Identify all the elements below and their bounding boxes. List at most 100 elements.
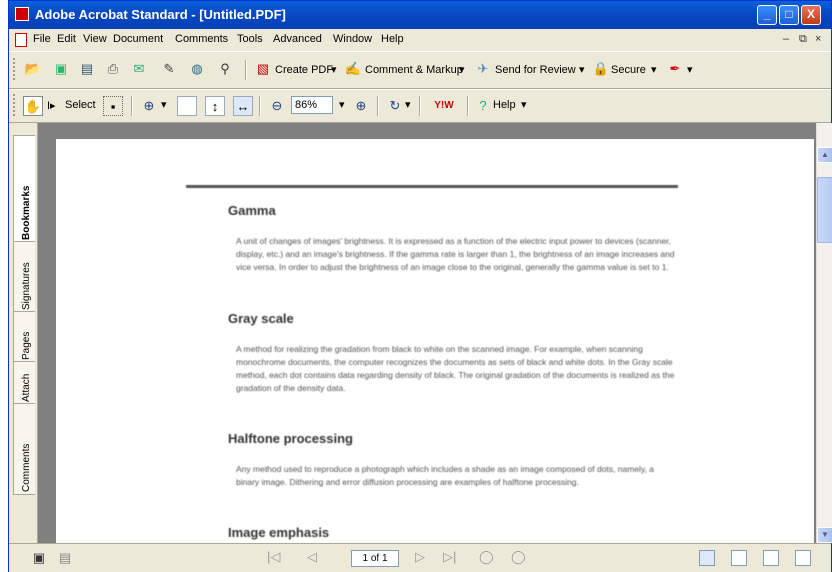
page-number-field[interactable]: 1 of 1 bbox=[351, 550, 399, 567]
section-heading: Gray scale bbox=[228, 311, 294, 326]
chevron-down-icon[interactable]: ▾ bbox=[339, 98, 345, 111]
scroll-up-button[interactable]: ▲ bbox=[817, 147, 832, 163]
previous-view-icon[interactable]: ◯ bbox=[479, 549, 494, 565]
scroll-thumb[interactable] bbox=[817, 177, 832, 243]
last-page-icon[interactable]: ▷| bbox=[443, 549, 456, 565]
toolbar-grip[interactable] bbox=[13, 58, 18, 80]
menu-advanced[interactable]: Advanced bbox=[273, 33, 322, 45]
chevron-down-icon[interactable]: ▾ bbox=[405, 98, 411, 111]
mdi-restore-button[interactable]: ⧉ bbox=[799, 33, 807, 46]
help-button[interactable]: Help bbox=[493, 99, 516, 111]
actual-size-icon[interactable] bbox=[177, 96, 197, 116]
section-text: A unit of changes of images' brightness.… bbox=[236, 236, 675, 272]
menu-view[interactable]: View bbox=[83, 33, 107, 45]
tab-bookmarks[interactable]: Bookmarks bbox=[13, 135, 35, 243]
open-icon[interactable]: 📂 bbox=[23, 59, 43, 79]
previous-page-icon[interactable]: ◁ bbox=[307, 549, 317, 565]
toolbar-separator bbox=[467, 96, 469, 116]
help-icon[interactable]: ? bbox=[473, 96, 493, 116]
tab-comments[interactable]: Comments bbox=[13, 403, 35, 495]
minimize-button[interactable]: _ bbox=[757, 5, 777, 25]
menu-tools[interactable]: Tools bbox=[237, 33, 263, 45]
tab-attachments[interactable]: Attach bbox=[13, 361, 35, 405]
chevron-down-icon[interactable]: ▾ bbox=[579, 63, 585, 76]
next-view-icon[interactable]: ◯ bbox=[511, 549, 526, 565]
toolbar-separator bbox=[419, 96, 421, 116]
create-pdf-icon[interactable]: ▧ bbox=[253, 59, 273, 79]
first-page-icon[interactable]: |◁ bbox=[267, 549, 280, 565]
secure-button[interactable]: Secure bbox=[611, 64, 646, 76]
send-review-icon[interactable]: ✈ bbox=[473, 59, 493, 79]
file-toolbar: 📂 ▣ ▤ ⎙ ✉ ✎ ◍ ⚲ ▧ Create PDF ▾ ✍ Comment… bbox=[9, 51, 831, 89]
zoom-out-icon[interactable]: ⊖ bbox=[267, 96, 287, 116]
view-toolbar: ✋ I▸ Select ▪ ⊕ ▾ ↕ ↔ ⊖ ▾ ⊕ ↻ ▾ Y!W ? He… bbox=[9, 89, 831, 123]
facing-icon[interactable] bbox=[763, 550, 779, 566]
fit-width-icon[interactable]: ↔ bbox=[233, 96, 253, 116]
scroll-down-button[interactable]: ▼ bbox=[817, 527, 832, 543]
vertical-scrollbar[interactable]: ▲ ▼ bbox=[816, 123, 832, 543]
next-page-icon[interactable]: ▷ bbox=[415, 549, 425, 565]
yahoo-search-icon[interactable]: Y!W bbox=[427, 96, 461, 116]
navigation-panel: Bookmarks Signatures Pages Attach Commen… bbox=[9, 123, 38, 543]
chevron-down-icon[interactable]: ▾ bbox=[161, 98, 167, 111]
tab-pages[interactable]: Pages bbox=[13, 311, 35, 363]
zoom-in-icon[interactable]: ⊕ bbox=[351, 96, 371, 116]
toolbar-grip[interactable] bbox=[13, 94, 18, 116]
page-rule bbox=[186, 185, 678, 188]
toolbar-separator bbox=[131, 96, 133, 116]
toolbar-separator bbox=[259, 96, 261, 116]
chevron-down-icon[interactable]: ▾ bbox=[521, 98, 527, 111]
menu-document[interactable]: Document bbox=[113, 33, 163, 45]
chevron-down-icon[interactable]: ▾ bbox=[331, 63, 337, 76]
toolbar-separator bbox=[377, 96, 379, 116]
section-heading: Halftone processing bbox=[228, 431, 353, 446]
section-text: A method for realizing the gradation fro… bbox=[236, 344, 675, 393]
page-thumb-icon[interactable]: ▤ bbox=[55, 548, 75, 568]
create-pdf-button[interactable]: Create PDF bbox=[275, 64, 333, 76]
snapshot-icon[interactable]: ▪ bbox=[103, 96, 123, 116]
tab-label: Bookmarks bbox=[21, 185, 32, 240]
mdi-close-button[interactable]: × bbox=[815, 33, 821, 45]
attach-icon[interactable]: ✎ bbox=[159, 59, 179, 79]
fit-page-icon[interactable]: ↕ bbox=[205, 96, 225, 116]
hand-tool-icon[interactable]: ✋ bbox=[23, 96, 43, 116]
close-button[interactable]: X bbox=[801, 5, 821, 25]
single-page-icon[interactable] bbox=[699, 550, 715, 566]
tab-label: Pages bbox=[21, 331, 32, 360]
menu-window[interactable]: Window bbox=[333, 33, 372, 45]
binoculars-icon[interactable]: ⚲ bbox=[215, 59, 235, 79]
print-icon[interactable]: ⎙ bbox=[103, 59, 123, 79]
comment-icon[interactable]: ✍ bbox=[343, 59, 363, 79]
document-icon[interactable] bbox=[15, 33, 27, 47]
title-bar[interactable]: Adobe Acrobat Standard - [Untitled.PDF] … bbox=[9, 1, 831, 29]
menu-edit[interactable]: Edit bbox=[57, 33, 76, 45]
save-icon[interactable]: ▤ bbox=[77, 59, 97, 79]
page-layout-icon[interactable]: ▣ bbox=[29, 548, 49, 568]
continuous-facing-icon[interactable] bbox=[795, 550, 811, 566]
sign-pen-icon[interactable]: ✒ bbox=[665, 59, 685, 79]
zoom-level-input[interactable] bbox=[291, 96, 333, 114]
chevron-down-icon[interactable]: ▾ bbox=[459, 63, 465, 76]
comment-markup-button[interactable]: Comment & Markup bbox=[365, 64, 463, 76]
select-cursor-icon[interactable]: I▸ bbox=[47, 99, 56, 112]
chevron-down-icon[interactable]: ▾ bbox=[651, 63, 657, 76]
mdi-minimize-button[interactable]: – bbox=[783, 33, 789, 45]
send-review-button[interactable]: Send for Review bbox=[495, 64, 576, 76]
menu-help[interactable]: Help bbox=[381, 33, 404, 45]
select-tool-button[interactable]: Select bbox=[65, 99, 96, 111]
continuous-icon[interactable] bbox=[731, 550, 747, 566]
email-icon[interactable]: ✉ bbox=[129, 59, 149, 79]
zoom-in-tool-icon[interactable]: ⊕ bbox=[139, 96, 159, 116]
chevron-down-icon[interactable]: ▾ bbox=[687, 63, 693, 76]
document-pane[interactable]: Gamma A unit of changes of images' brigh… bbox=[38, 123, 816, 543]
tab-signatures[interactable]: Signatures bbox=[13, 241, 35, 313]
tab-label: Signatures bbox=[21, 262, 32, 310]
search-web-icon[interactable]: ◍ bbox=[187, 59, 207, 79]
maximize-button[interactable]: □ bbox=[779, 5, 799, 25]
rotate-icon[interactable]: ↻ bbox=[385, 96, 405, 116]
menu-file[interactable]: File bbox=[33, 33, 51, 45]
acrobat-app-icon bbox=[15, 7, 29, 21]
organizer-icon[interactable]: ▣ bbox=[51, 59, 71, 79]
menu-comments[interactable]: Comments bbox=[175, 33, 228, 45]
lock-icon[interactable]: 🔒 bbox=[591, 59, 611, 79]
